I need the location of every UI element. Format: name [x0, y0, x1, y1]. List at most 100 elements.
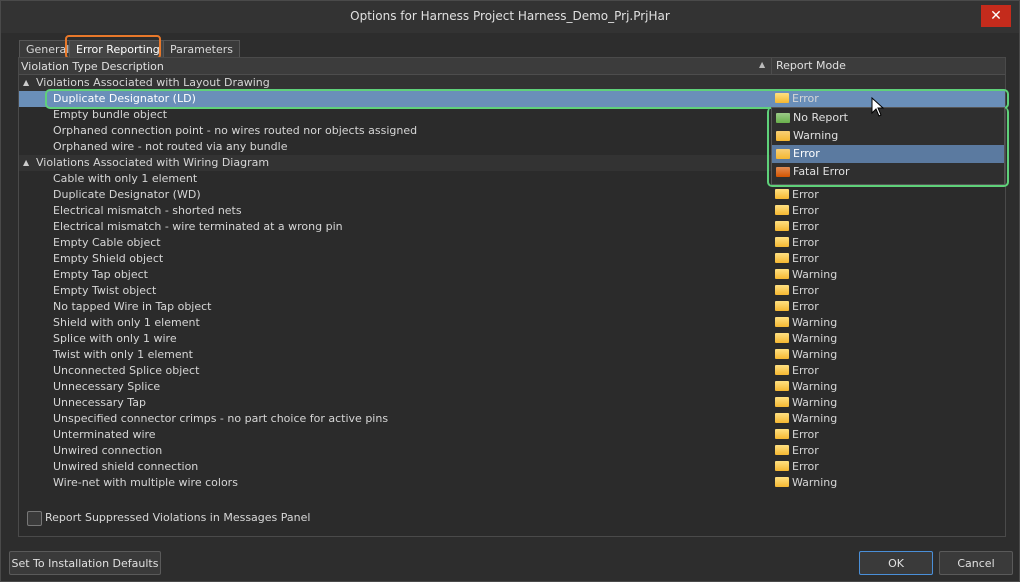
tab-error-reporting[interactable]: Error Reporting	[69, 40, 167, 58]
report-mode-cell[interactable]: Warning	[775, 395, 837, 411]
table-row[interactable]: Unnecessary Splice Warning	[19, 379, 1005, 395]
folder-icon	[775, 269, 789, 279]
close-button[interactable]: ✕	[981, 5, 1011, 27]
report-mode-cell[interactable]: Warning	[775, 379, 837, 395]
folder-icon	[775, 365, 789, 375]
ok-button[interactable]: OK	[859, 551, 933, 575]
folder-icon	[775, 93, 789, 103]
violation-description: Unconnected Splice object	[53, 364, 200, 377]
table-row[interactable]: Empty Tap object Warning	[19, 267, 1005, 283]
report-mode-dropdown[interactable]: No Report Warning Error Fatal Error	[771, 107, 1005, 185]
violation-description: Unspecified connector crimps - no part c…	[53, 412, 389, 425]
dropdown-option[interactable]: Error	[772, 145, 1004, 163]
table-row[interactable]: No tapped Wire in Tap object Error	[19, 299, 1005, 315]
violation-description: Twist with only 1 element	[53, 348, 193, 361]
violation-description: Shield with only 1 element	[53, 316, 200, 329]
folder-icon	[776, 131, 790, 141]
report-mode-value: Warning	[792, 268, 838, 281]
column-header-description[interactable]: Violation Type Description	[21, 60, 164, 73]
report-mode-cell[interactable]: Error	[775, 235, 819, 251]
violation-description: Cable with only 1 element	[53, 172, 198, 185]
report-mode-cell[interactable]: Error	[775, 203, 819, 219]
folder-icon	[775, 285, 789, 295]
table-row[interactable]: Empty Twist object Error	[19, 283, 1005, 299]
report-mode-cell[interactable]: Error	[775, 363, 819, 379]
violation-description: Wire-net with multiple wire colors	[53, 476, 238, 489]
mouse-cursor-icon	[871, 97, 885, 117]
set-installation-defaults-button[interactable]: Set To Installation Defaults	[9, 551, 161, 575]
dropdown-option[interactable]: Fatal Error	[772, 163, 1004, 181]
report-mode-cell[interactable]: Error	[775, 283, 819, 299]
report-mode-cell[interactable]: Error	[775, 299, 819, 315]
report-mode-value: Warning	[792, 380, 838, 393]
tab-general[interactable]: General	[19, 40, 77, 58]
collapse-triangle-icon[interactable]: ▲	[23, 75, 29, 91]
violation-description: Unnecessary Splice	[53, 380, 161, 393]
violation-description: Empty Shield object	[53, 252, 164, 265]
violation-description: Empty Tap object	[53, 268, 148, 281]
dropdown-option-label: Error	[793, 147, 820, 160]
table-row[interactable]: Empty Cable object Error	[19, 235, 1005, 251]
table-row[interactable]: Wire-net with multiple wire colors Warnin…	[19, 475, 1005, 491]
dropdown-option[interactable]: Warning	[772, 127, 1004, 145]
collapse-triangle-icon[interactable]: ▲	[23, 155, 29, 171]
table-row[interactable]: Shield with only 1 element Warning	[19, 315, 1005, 331]
dropdown-option-label: Fatal Error	[793, 165, 850, 178]
folder-icon	[775, 397, 789, 407]
table-row[interactable]: Unwired connection Error	[19, 443, 1005, 459]
report-mode-value: Error	[792, 204, 819, 217]
tab-parameters[interactable]: Parameters	[163, 40, 240, 58]
table-row[interactable]: Unterminated wire Error	[19, 427, 1005, 443]
cancel-button[interactable]: Cancel	[939, 551, 1013, 575]
report-mode-value: Error	[792, 188, 819, 201]
violation-description: Unwired shield connection	[53, 460, 199, 473]
report-suppressed-checkbox[interactable]	[27, 511, 42, 526]
table-row[interactable]: Unwired shield connection Error	[19, 459, 1005, 475]
report-mode-cell[interactable]: Error	[775, 219, 819, 235]
report-mode-cell[interactable]: Warning	[775, 267, 837, 283]
table-row[interactable]: Electrical mismatch - wire terminated at…	[19, 219, 1005, 235]
dropdown-option-label: No Report	[793, 111, 848, 124]
folder-icon	[775, 205, 789, 215]
report-mode-value: Error	[792, 284, 819, 297]
report-mode-cell[interactable]: Error	[775, 427, 819, 443]
column-header-report-mode[interactable]: Report Mode	[771, 58, 846, 74]
violation-description: Empty bundle object	[53, 108, 168, 121]
group-row[interactable]: ▲ Violations Associated with Layout Drawi…	[19, 75, 1005, 91]
violation-description: Orphaned wire - not routed via any bundl…	[53, 140, 288, 153]
report-mode-cell[interactable]: Warning	[775, 347, 837, 363]
table-row[interactable]: Duplicate Designator (WD) Error	[19, 187, 1005, 203]
table-row[interactable]: Unconnected Splice object Error	[19, 363, 1005, 379]
violation-description: Electrical mismatch - shorted nets	[53, 204, 242, 217]
report-mode-cell[interactable]: Error	[775, 443, 819, 459]
folder-icon	[775, 333, 789, 343]
table-row[interactable]: Duplicate Designator (LD) Error	[19, 91, 1005, 107]
report-suppressed-label: Report Suppressed Violations in Messages…	[45, 511, 311, 524]
table-row[interactable]: Unspecified connector crimps - no part c…	[19, 411, 1005, 427]
violation-description: Unterminated wire	[53, 428, 156, 441]
report-mode-cell[interactable]: Warning	[775, 411, 837, 427]
folder-icon	[775, 317, 789, 327]
folder-icon	[776, 167, 790, 177]
dropdown-option[interactable]: No Report	[772, 109, 1004, 127]
violation-description: No tapped Wire in Tap object	[53, 300, 212, 313]
report-mode-value: Error	[792, 444, 819, 457]
report-mode-cell[interactable]: Error	[775, 91, 819, 107]
table-row[interactable]: Electrical mismatch - shorted nets Error	[19, 203, 1005, 219]
folder-icon	[775, 349, 789, 359]
report-mode-cell[interactable]: Warning	[775, 475, 837, 491]
violation-description: Duplicate Designator (LD)	[53, 92, 196, 105]
violation-description: Empty Cable object	[53, 236, 161, 249]
table-row[interactable]: Empty Shield object Error	[19, 251, 1005, 267]
report-mode-value: Error	[792, 92, 819, 105]
report-mode-cell[interactable]: Warning	[775, 331, 837, 347]
table-row[interactable]: Twist with only 1 element Warning	[19, 347, 1005, 363]
report-mode-cell[interactable]: Error	[775, 459, 819, 475]
table-row[interactable]: Unnecessary Tap Warning	[19, 395, 1005, 411]
report-mode-value: Error	[792, 460, 819, 473]
report-mode-cell[interactable]: Warning	[775, 315, 837, 331]
report-mode-cell[interactable]: Error	[775, 251, 819, 267]
folder-icon	[775, 381, 789, 391]
table-row[interactable]: Splice with only 1 wire Warning	[19, 331, 1005, 347]
report-mode-cell[interactable]: Error	[775, 187, 819, 203]
